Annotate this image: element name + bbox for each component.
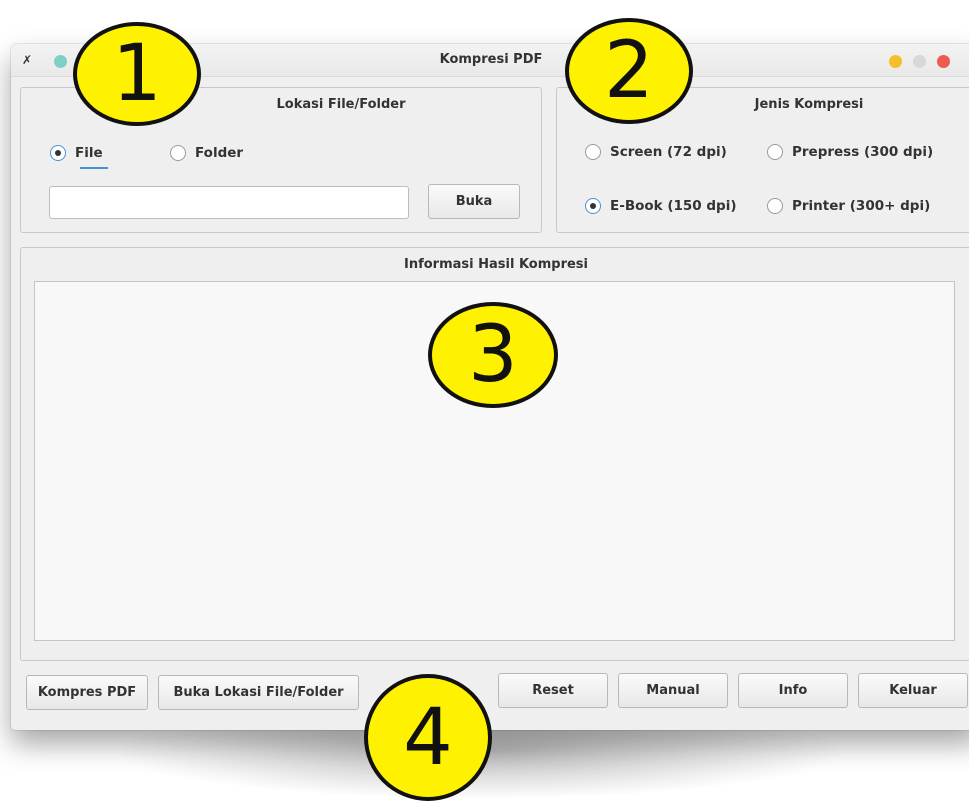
radio-screen[interactable]: Screen (72 dpi) <box>585 144 727 160</box>
focus-underline <box>80 167 108 169</box>
radio-ebook-label: E-Book (150 dpi) <box>610 198 737 214</box>
radio-ebook[interactable]: E-Book (150 dpi) <box>585 198 737 214</box>
radio-prepress-label: Prepress (300 dpi) <box>792 144 934 160</box>
radio-printer-label: Printer (300+ dpi) <box>792 198 931 214</box>
minimize-button[interactable] <box>889 55 902 68</box>
manual-button[interactable]: Manual <box>618 673 728 708</box>
annotation-badge-2: 2 <box>565 18 693 124</box>
exit-button[interactable]: Keluar <box>858 673 968 708</box>
compress-pdf-button[interactable]: Kompres PDF <box>26 675 148 710</box>
radio-folder[interactable]: Folder <box>170 145 243 161</box>
annotation-badge-3: 3 <box>428 302 558 408</box>
annotation-badge-1: 1 <box>73 22 201 126</box>
open-location-button[interactable]: Buka Lokasi File/Folder <box>158 675 359 710</box>
radio-printer[interactable]: Printer (300+ dpi) <box>767 198 930 214</box>
annotation-badge-4: 4 <box>364 674 492 801</box>
radio-printer-indicator[interactable] <box>767 198 783 214</box>
radio-prepress-indicator[interactable] <box>767 144 783 160</box>
radio-ebook-indicator[interactable] <box>585 198 601 214</box>
maximize-button[interactable] <box>913 55 926 68</box>
location-group-title: Lokasi File/Folder <box>276 97 406 112</box>
reset-button[interactable]: Reset <box>498 673 608 708</box>
info-group-title: Informasi Hasil Kompresi <box>403 257 588 272</box>
path-input[interactable] <box>49 186 409 219</box>
radio-file-label: File <box>75 145 103 161</box>
radio-prepress[interactable]: Prepress (300 dpi) <box>767 144 933 160</box>
close-button[interactable] <box>937 55 950 68</box>
info-button[interactable]: Info <box>738 673 848 708</box>
open-button[interactable]: Buka <box>428 184 520 219</box>
radio-file-indicator[interactable] <box>50 145 66 161</box>
radio-folder-indicator[interactable] <box>170 145 186 161</box>
radio-screen-indicator[interactable] <box>585 144 601 160</box>
radio-folder-label: Folder <box>195 145 244 161</box>
radio-file[interactable]: File <box>50 145 103 161</box>
compression-group-title: Jenis Kompresi <box>754 97 864 112</box>
radio-screen-label: Screen (72 dpi) <box>610 144 727 160</box>
